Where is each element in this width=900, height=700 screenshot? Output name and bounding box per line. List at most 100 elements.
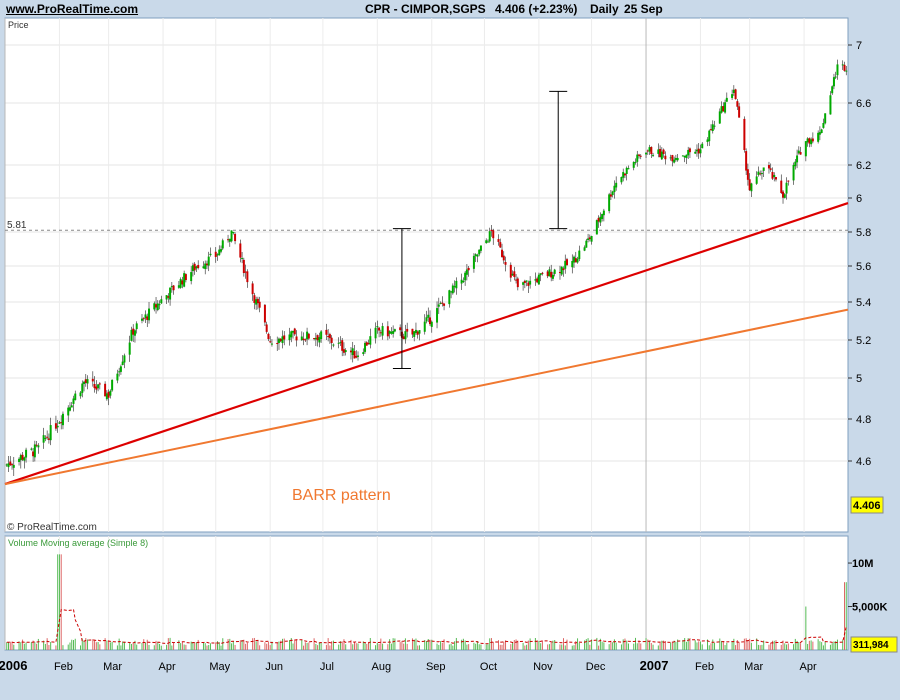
candle-body: [660, 151, 663, 160]
candle-body: [132, 328, 135, 335]
candle-body: [694, 151, 697, 154]
candle-body: [72, 398, 75, 404]
candle-body: [478, 249, 481, 255]
candle-body: [177, 285, 180, 288]
price-tick-label: 7: [856, 40, 862, 52]
candle-body: [381, 326, 384, 336]
candle-body: [734, 89, 737, 100]
candle-body: [242, 259, 245, 274]
candle-body: [183, 273, 186, 287]
candle-body: [834, 76, 837, 78]
candle-body: [255, 299, 258, 305]
candle-body: [19, 455, 22, 461]
candle-body: [193, 263, 196, 271]
candle-body: [485, 240, 488, 244]
x-tick-label: Apr: [159, 661, 176, 673]
candle-body: [109, 390, 112, 396]
candle-body: [613, 185, 616, 193]
price-tick-label: 6.6: [856, 98, 871, 110]
candle-body: [548, 269, 551, 277]
candle-body: [639, 155, 642, 157]
candle-body: [759, 173, 762, 175]
price-tick-label: 5.2: [856, 335, 871, 347]
candle-body: [708, 130, 711, 142]
candle-body: [369, 336, 372, 345]
candle-body: [609, 194, 612, 197]
candle-body: [464, 272, 467, 281]
candle-body: [60, 422, 63, 424]
candle-body: [622, 172, 625, 178]
candle-body: [111, 379, 114, 391]
candle-body: [158, 304, 161, 306]
candle-body: [328, 334, 331, 339]
candle-body: [269, 341, 272, 343]
candle-body: [782, 191, 785, 198]
candle-body: [46, 436, 49, 438]
candle-body: [441, 302, 444, 304]
candle-body: [539, 273, 542, 276]
candle-body: [306, 331, 309, 340]
candle-body: [794, 161, 797, 167]
candle-body: [12, 464, 15, 468]
x-tick-label: Oct: [480, 661, 497, 673]
candle-body: [70, 405, 73, 408]
candle-body: [402, 336, 405, 340]
candle-body: [327, 336, 330, 338]
candle-body: [153, 303, 156, 310]
last-price-label: 4.406: [853, 500, 881, 512]
candle-body: [523, 280, 526, 283]
volume-panel: [4, 535, 849, 651]
candle-body: [436, 308, 439, 323]
candle-body: [121, 361, 124, 366]
candle-body: [362, 352, 365, 355]
candle-body: [502, 255, 505, 261]
candle-body: [342, 349, 345, 353]
candle-body: [551, 274, 554, 279]
candle-body: [576, 258, 579, 263]
candle-body: [808, 138, 811, 144]
candle-body: [787, 180, 790, 182]
candle-body: [330, 337, 333, 343]
candle-body: [209, 253, 212, 256]
candle-body: [67, 407, 70, 416]
candle-body: [602, 210, 605, 216]
candle-body: [620, 177, 623, 183]
candle-body: [534, 279, 537, 281]
candle-body: [49, 425, 52, 441]
candle-body: [399, 327, 402, 331]
candle-body: [9, 461, 12, 466]
candle-body: [202, 266, 205, 269]
candle-body: [74, 393, 77, 400]
candle-body: [632, 162, 635, 168]
candle-body: [845, 70, 848, 72]
candle-body: [608, 194, 611, 212]
candle-body: [378, 327, 381, 331]
candle-body: [119, 366, 122, 372]
candle-body: [515, 279, 518, 281]
candle-body: [393, 329, 396, 332]
candle-body: [207, 256, 210, 266]
candle-body: [270, 343, 273, 345]
reference-label: 5.81: [7, 220, 27, 231]
volume-y-axis: 10M 5,000K: [848, 558, 888, 614]
candle-body: [731, 94, 734, 98]
candle-body: [513, 271, 516, 277]
candle-body: [292, 330, 295, 333]
candle-body: [68, 407, 71, 411]
price-axis-title: Price: [8, 20, 29, 30]
candle-body: [135, 323, 138, 330]
x-tick-label: Sep: [426, 661, 446, 673]
candle-body: [221, 240, 224, 249]
candle-body: [746, 169, 749, 180]
candle-body: [695, 149, 698, 152]
candle-body: [525, 280, 528, 282]
candle-body: [537, 274, 540, 285]
candle-body: [774, 177, 777, 180]
candle-body: [414, 329, 417, 333]
price-tick-label: 5.4: [856, 297, 871, 309]
candle-body: [239, 243, 242, 258]
candle-body: [590, 235, 593, 242]
candle-body: [615, 182, 618, 188]
candle-body: [546, 271, 549, 277]
x-axis: 2006 Feb Mar Apr May Jun Jul Aug Sep Oct Nov Dec 200…: [0, 658, 817, 673]
